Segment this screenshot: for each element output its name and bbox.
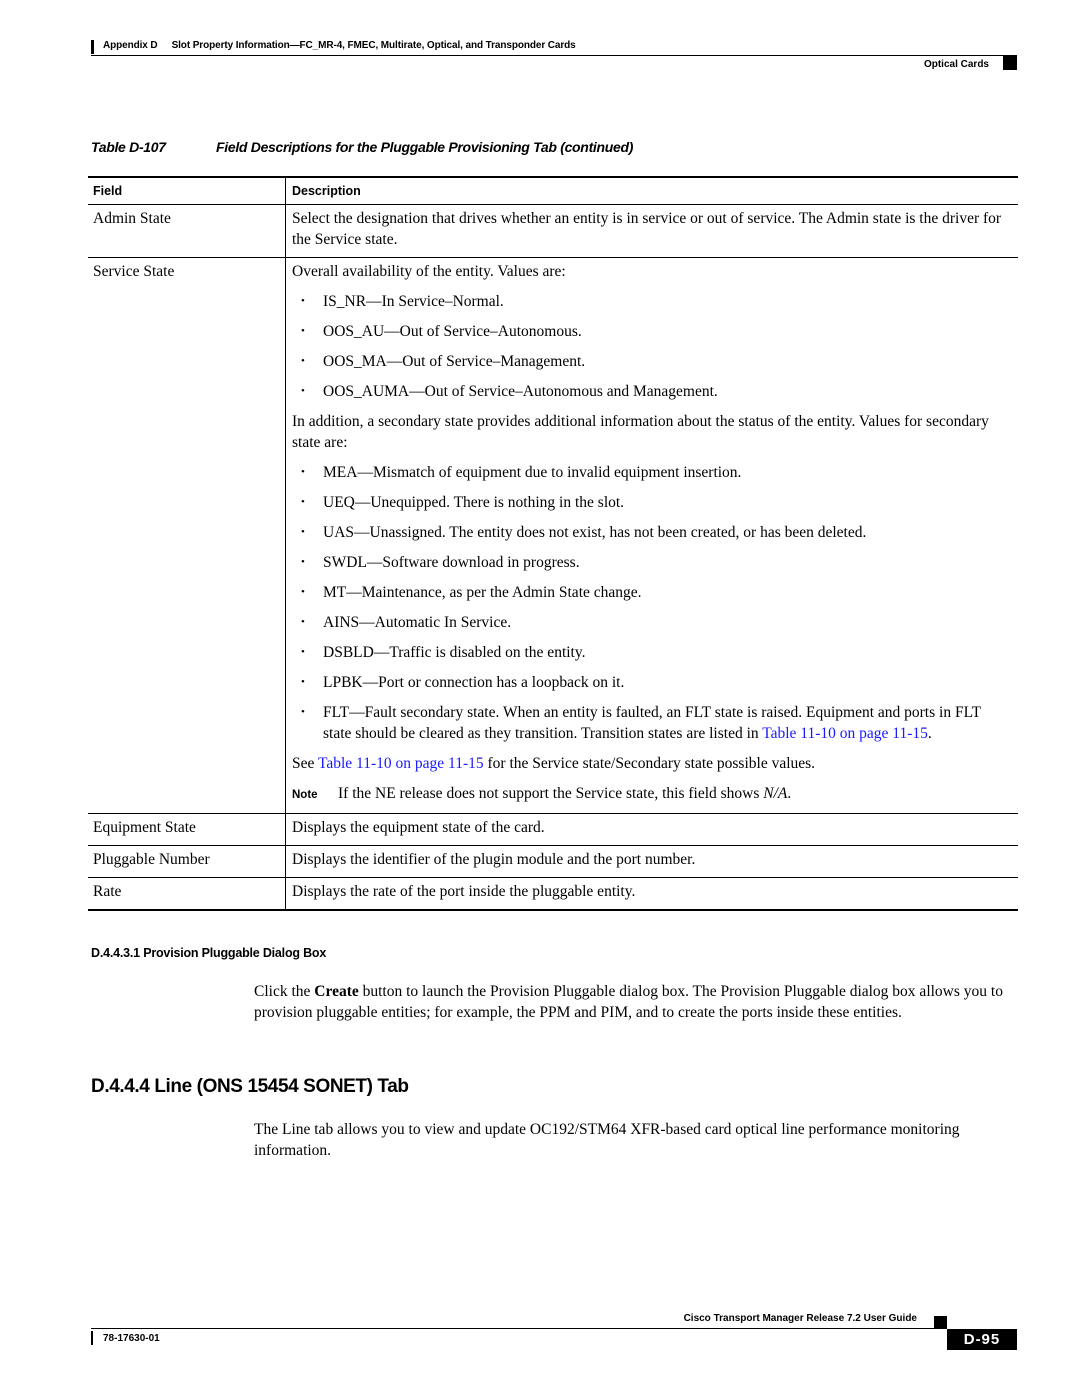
column-header-field: Field	[93, 184, 123, 198]
list-item: LPBK—Port or connection has a loopback o…	[292, 672, 1012, 693]
see-reference: See Table 11-10 on page 11-15 for the Se…	[292, 753, 1012, 774]
section-heading: D.4.4.4 Line (ONS 15454 SONET) Tab	[91, 1076, 409, 1097]
table-row: Admin State Select the designation that …	[88, 205, 1018, 258]
field-name: Service State	[93, 263, 175, 280]
field-descriptions-table: Field Description Admin State Select the…	[88, 176, 1018, 911]
table-caption: Table D-107 Field Descriptions for the Pl…	[91, 139, 633, 155]
table-header-row: Field Description	[88, 178, 1018, 205]
note-text: If the NE release does not support the S…	[338, 785, 764, 802]
flt-end: .	[927, 725, 932, 742]
field-name: Pluggable Number	[93, 851, 210, 868]
see-suffix: for the Service state/Secondary state po…	[483, 755, 816, 772]
footer-rule	[91, 1328, 934, 1329]
note-label: Note	[292, 789, 318, 801]
list-item: IS_NR—In Service–Normal.	[292, 291, 1012, 312]
table-row: Pluggable Number Displays the identifier…	[88, 846, 1018, 878]
header-bar	[91, 40, 94, 54]
subsection-heading: D.4.4.3.1 Provision Pluggable Dialog Box	[91, 946, 327, 960]
list-item: MEA—Mismatch of equipment due to invalid…	[292, 462, 1012, 483]
secondary-state-list: MEA—Mismatch of equipment due to invalid…	[292, 462, 1012, 744]
header-rule	[91, 55, 1017, 56]
see-prefix: See	[292, 755, 318, 772]
list-item: FLT—Fault secondary state. When an entit…	[292, 702, 1012, 744]
note: Note If the NE release does not support t…	[292, 783, 1012, 806]
footer-marker	[934, 1316, 947, 1329]
service-state-intro: Overall availability of the entity. Valu…	[292, 263, 566, 280]
field-description: Displays the rate of the port inside the…	[285, 878, 1018, 909]
table-number: Table D-107	[91, 139, 166, 155]
list-item: OOS_AUMA—Out of Service–Autonomous and M…	[292, 381, 1012, 402]
text-before: Click the	[254, 983, 315, 1000]
table-row: Equipment State Displays the equipment s…	[88, 814, 1018, 846]
provision-paragraph: Click the Create button to launch the Pr…	[254, 981, 1019, 1023]
list-item: AINS—Automatic In Service.	[292, 612, 1012, 633]
field-description: Displays the equipment state of the card…	[285, 814, 1018, 845]
create-button-reference: Create	[314, 983, 359, 1000]
line-tab-paragraph: The Line tab allows you to view and upda…	[254, 1121, 960, 1159]
footer-bar	[91, 1331, 93, 1345]
appendix-label: Appendix D	[103, 40, 158, 51]
document-number: 78-17630-01	[103, 1333, 160, 1344]
list-item: SWDL—Software download in progress.	[292, 552, 1012, 573]
section-label: Optical Cards	[923, 59, 989, 70]
list-item: UEQ—Unequipped. There is nothing in the …	[292, 492, 1012, 513]
chapter-title: Slot Property Information—FC_MR-4, FMEC,…	[171, 40, 576, 51]
note-end: .	[787, 785, 792, 802]
field-name: Rate	[93, 883, 122, 900]
text-after: button to launch the Provision Pluggable…	[254, 983, 1003, 1021]
table-row: Service State Overall availability of th…	[88, 258, 1018, 814]
table-11-10-link[interactable]: Table 11-10 on page 11-15	[318, 755, 484, 772]
column-header-description: Description	[285, 178, 1018, 204]
secondary-state-intro: In addition, a secondary state provides …	[292, 413, 989, 451]
table-title: Field Descriptions for the Pluggable Pro…	[216, 139, 634, 155]
table-11-10-link[interactable]: Table 11-10 on page 11-15	[762, 725, 928, 742]
guide-title: Cisco Transport Manager Release 7.2 User…	[683, 1313, 917, 1324]
table-row: Rate Displays the rate of the port insid…	[88, 878, 1018, 911]
field-description: Select the designation that drives wheth…	[285, 205, 1018, 257]
field-name: Admin State	[93, 210, 171, 227]
list-item: OOS_MA—Out of Service–Management.	[292, 351, 1012, 372]
field-name: Equipment State	[93, 819, 196, 836]
primary-state-list: IS_NR—In Service–Normal. OOS_AU—Out of S…	[292, 291, 1012, 402]
note-value: N/A	[763, 785, 788, 802]
field-description: Displays the identifier of the plugin mo…	[285, 846, 1018, 877]
running-header: Appendix D Slot Property Information—FC_M…	[103, 40, 576, 51]
field-description: Overall availability of the entity. Valu…	[285, 258, 1018, 813]
list-item: MT—Maintenance, as per the Admin State c…	[292, 582, 1012, 603]
header-marker	[1003, 55, 1017, 70]
list-item: DSBLD—Traffic is disabled on the entity.	[292, 642, 1012, 663]
list-item: OOS_AU—Out of Service–Autonomous.	[292, 321, 1012, 342]
page-number: D-95	[947, 1329, 1017, 1350]
list-item: UAS—Unassigned. The entity does not exis…	[292, 522, 1012, 543]
